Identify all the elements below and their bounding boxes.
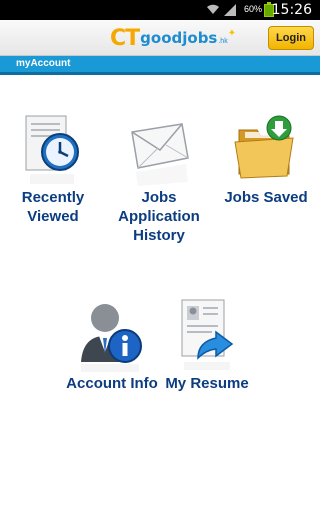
battery-percent: 60%: [243, 4, 262, 14]
menu-item-jobs-application-history[interactable]: Jobs Application History: [104, 112, 214, 245]
menu-item-label: My Resume: [165, 375, 249, 392]
menu-item-recently-viewed[interactable]: Recently Viewed: [10, 112, 96, 226]
folder-download-icon: [234, 115, 294, 179]
login-button[interactable]: Login: [268, 26, 314, 50]
clock-document-icon: [25, 115, 79, 184]
menu-item-my-resume[interactable]: My Resume: [160, 296, 254, 393]
sparkle-icon: ✦: [227, 27, 237, 39]
menu-item-label: Recently Viewed: [21, 189, 85, 225]
user-info-icon: [81, 304, 142, 372]
status-bar: 60% 15:26: [0, 0, 320, 20]
signal-icon: [224, 4, 236, 16]
wifi-icon: [207, 4, 219, 14]
envelope-icon: [131, 123, 189, 186]
resume-upload-icon: [181, 299, 234, 370]
ctgoodjobs-logo: CT goodjobs .hk ✦: [110, 25, 237, 51]
clock-time: 15:26: [271, 2, 312, 18]
app-header: CT goodjobs .hk ✦ Login: [0, 20, 320, 56]
page-title: myAccount: [0, 56, 320, 72]
menu-item-account-info[interactable]: Account Info: [60, 296, 164, 393]
subheader-divider: [0, 72, 320, 75]
menu-item-jobs-saved[interactable]: Jobs Saved: [218, 112, 314, 207]
menu-item-label: Jobs Saved: [224, 189, 308, 206]
menu-item-label: Jobs Application History: [118, 189, 200, 244]
menu-item-label: Account Info: [66, 375, 158, 392]
